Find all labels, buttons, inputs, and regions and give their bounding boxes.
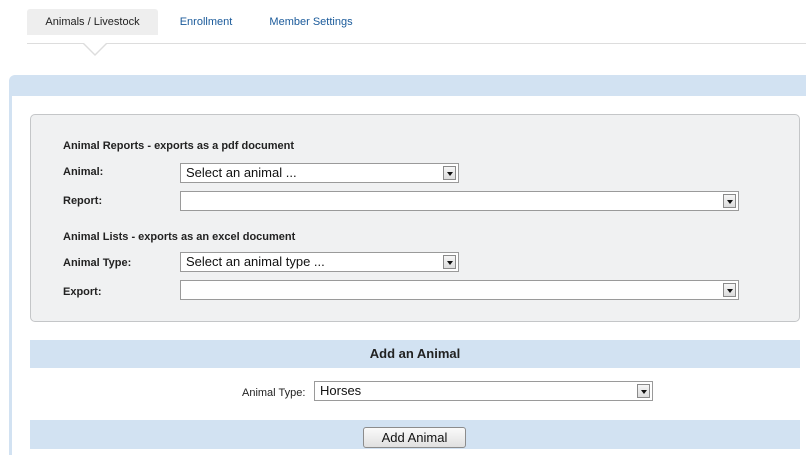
report-select[interactable] xyxy=(180,191,739,211)
animal-label: Animal: xyxy=(63,166,104,178)
animal-reports-heading: Animal Reports - exports as a pdf docume… xyxy=(63,140,295,152)
add-animal-type-label: Animal Type: xyxy=(242,387,306,399)
tab-divider xyxy=(27,43,806,44)
chevron-down-icon xyxy=(443,166,456,180)
animal-type-select-value: Select an animal type ... xyxy=(186,254,325,269)
chevron-down-icon xyxy=(443,255,456,269)
tab-enrollment[interactable]: Enrollment xyxy=(170,9,242,35)
export-label: Export: xyxy=(63,286,102,298)
add-animal-button[interactable]: Add Animal xyxy=(363,427,466,448)
animal-type-select[interactable]: Select an animal type ... xyxy=(180,252,459,272)
add-animal-header: Add an Animal xyxy=(30,340,800,368)
report-label: Report: xyxy=(63,195,103,207)
animal-lists-heading: Animal Lists - exports as an excel docum… xyxy=(63,231,296,243)
chevron-down-icon xyxy=(723,194,736,208)
animal-select-value: Select an animal ... xyxy=(186,165,297,180)
tab-member-settings[interactable]: Member Settings xyxy=(256,9,366,35)
add-animal-type-select[interactable]: Horses xyxy=(314,381,653,401)
tab-bar: Animals / Livestock Enrollment Member Se… xyxy=(0,0,806,56)
add-animal-type-select-value: Horses xyxy=(320,383,362,398)
chevron-down-icon xyxy=(637,384,650,398)
export-select[interactable] xyxy=(180,280,739,300)
add-animal-title: Add an Animal xyxy=(369,346,461,361)
animal-type-label: Animal Type: xyxy=(63,257,132,269)
animal-select[interactable]: Select an animal ... xyxy=(180,163,459,183)
chevron-down-icon xyxy=(723,283,736,297)
active-tab-pointer-fill xyxy=(84,43,106,54)
tab-animals-livestock[interactable]: Animals / Livestock xyxy=(27,9,158,35)
